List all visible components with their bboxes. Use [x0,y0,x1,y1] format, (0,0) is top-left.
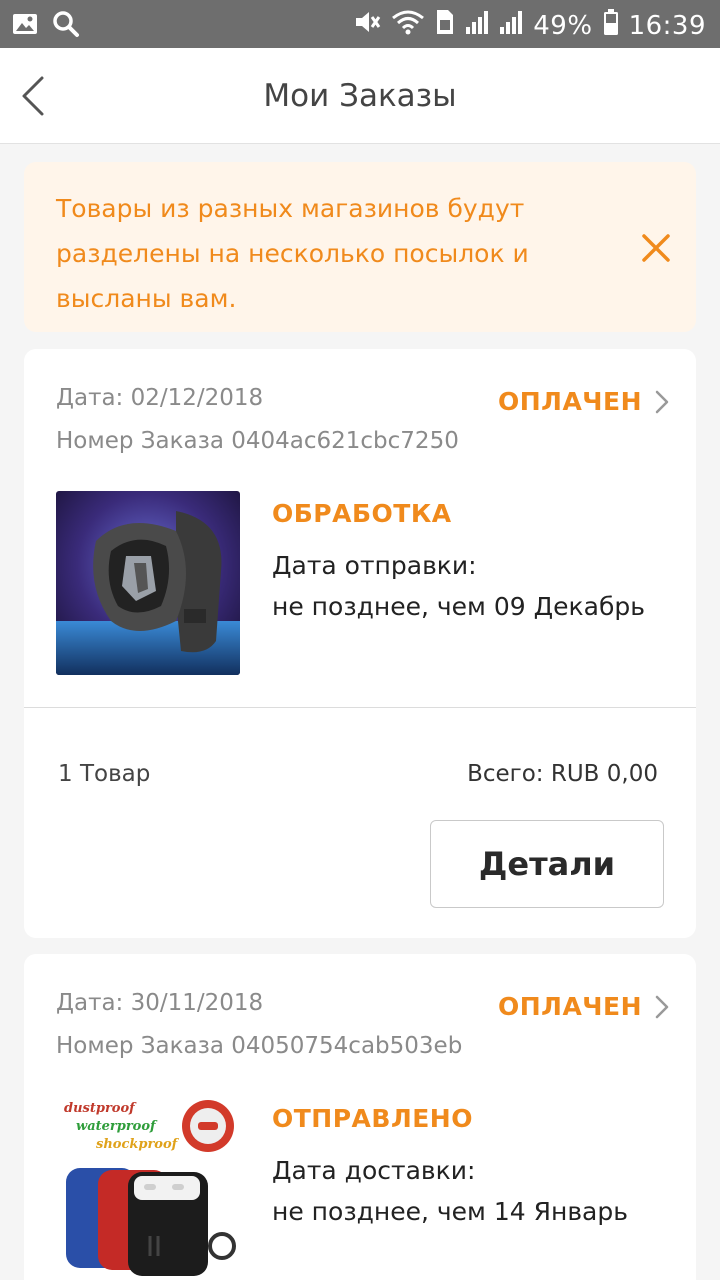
order-stage: ОБРАБОТКА [272,499,452,528]
waterproof-text: waterproof [76,1119,158,1134]
status-bar: 49% 16:39 [0,0,720,48]
details-button[interactable]: Детали [430,820,664,908]
product-image[interactable]: dustproof waterproof shockproof [56,1096,240,1280]
mute-icon [353,8,381,43]
battery-icon [603,8,619,43]
search-icon [52,10,80,42]
wifi-icon [391,8,425,43]
page-title: Мои Заказы [263,78,457,114]
product-image[interactable] [56,491,240,675]
order-stage: ОТПРАВЛЕНО [272,1104,473,1133]
notice-text: Товары из разных магазинов будут разделе… [56,194,529,313]
chevron-right-icon[interactable] [654,994,670,1020]
shipping-date-value: не позднее, чем 09 Декабрь [272,592,645,621]
order-total: Всего: RUB 0,00 [467,761,658,787]
close-icon [642,234,670,262]
delivery-date-label: Дата доставки: [272,1156,476,1185]
order-number: Номер Заказа 04050754cab503eb [56,1033,463,1059]
signal-icon [465,9,489,42]
status-bar-left [12,10,80,42]
order-number: Номер Заказа 0404ac621cbc7250 [56,428,459,454]
divider [24,707,696,708]
clock: 16:39 [628,10,706,41]
order-status[interactable]: ОПЛАЧЕН [498,992,642,1021]
notice-close-button[interactable] [640,232,672,264]
battery-percent: 49% [533,10,593,41]
app-bar: Мои Заказы [0,48,720,144]
order-card[interactable]: Дата: 02/12/2018 Номер Заказа 0404ac621c… [24,349,696,938]
status-bar-right: 49% 16:39 [353,8,706,43]
chevron-right-icon[interactable] [654,389,670,415]
image-icon [12,12,38,40]
order-date: Дата: 02/12/2018 [56,385,264,411]
shipping-date-label: Дата отправки: [272,551,477,580]
order-status[interactable]: ОПЛАЧЕН [498,387,642,416]
delivery-date-value: не позднее, чем 14 Январь [272,1197,628,1226]
dustproof-text: dustproof [64,1101,137,1116]
item-count: 1 Товар [58,761,151,787]
notice-banner: Товары из разных магазинов будут разделе… [24,162,696,332]
shockproof-text: shockproof [96,1137,180,1152]
signal-icon [499,9,523,42]
sim-icon [435,8,455,43]
order-card[interactable]: Дата: 30/11/2018 Номер Заказа 04050754ca… [24,954,696,1280]
order-date: Дата: 30/11/2018 [56,990,264,1016]
